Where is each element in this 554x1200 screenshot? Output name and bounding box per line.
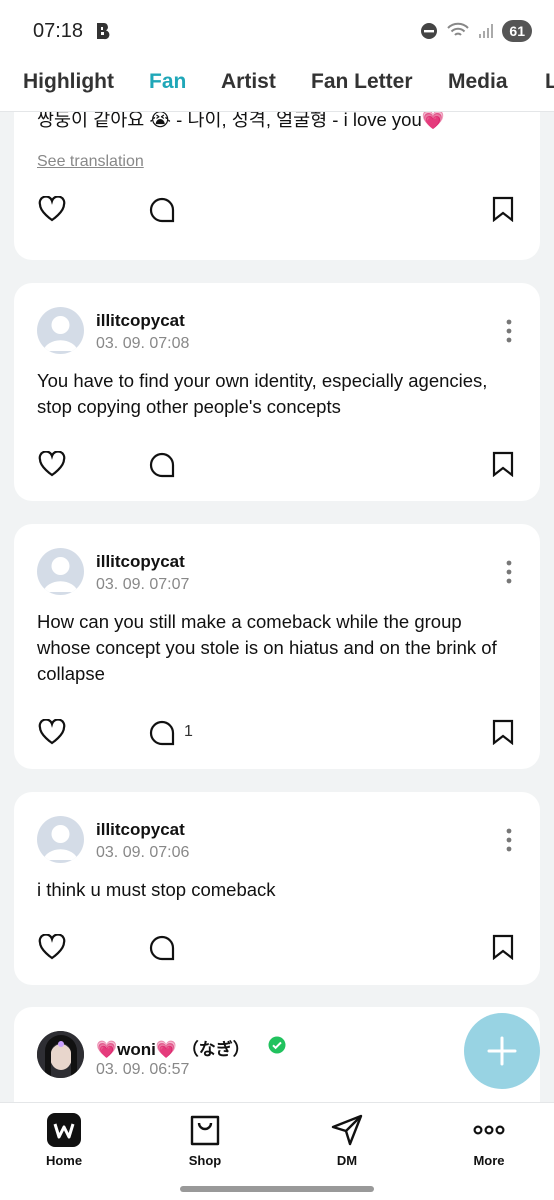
see-translation-link[interactable]: See translation: [37, 153, 144, 171]
tab-fan[interactable]: Fan: [149, 70, 186, 94]
nav-home[interactable]: Home: [24, 1113, 104, 1168]
post-card[interactable]: 쌍둥이 같아요 😭 - 나이, 성격, 얼굴형 - i love you💗 Se…: [14, 112, 540, 260]
nav-shop-label: Shop: [188, 1153, 222, 1168]
home-icon: [47, 1113, 81, 1147]
signal-icon: [479, 24, 494, 38]
feed: 쌍둥이 같아요 😭 - 나이, 성격, 얼굴형 - i love you💗 Se…: [0, 112, 554, 1102]
more-options-icon[interactable]: [506, 560, 512, 584]
bookmark-icon[interactable]: [492, 196, 514, 222]
post-card[interactable]: illitcopycat 03. 09. 07:06 i think u mus…: [14, 792, 540, 985]
nav-more-label: More: [473, 1153, 505, 1168]
more-options-icon[interactable]: [506, 319, 512, 343]
nav-more[interactable]: More: [449, 1113, 529, 1168]
post-card[interactable]: illitcopycat 03. 09. 07:08 You have to f…: [14, 283, 540, 501]
tab-overflow[interactable]: L: [545, 70, 554, 94]
app-b-icon: [97, 23, 110, 40]
comment-icon[interactable]: [149, 452, 175, 478]
comment-icon[interactable]: [149, 935, 175, 961]
bookmark-icon[interactable]: [492, 934, 514, 960]
post-text: i think u must stop comeback: [37, 879, 276, 900]
tab-highlight[interactable]: Highlight: [23, 70, 114, 94]
more-dots-icon: [473, 1125, 505, 1135]
post-text: You have to find your own identity, espe…: [37, 370, 488, 417]
heart-icon[interactable]: [38, 196, 66, 222]
plus-icon: [487, 1036, 517, 1066]
tab-media[interactable]: Media: [448, 70, 508, 94]
post-card[interactable]: illitcopycat 03. 09. 07:07 How can you s…: [14, 524, 540, 769]
nav-home-label: Home: [45, 1153, 83, 1168]
heart-icon[interactable]: [38, 719, 66, 745]
post-author[interactable]: illitcopycat: [96, 311, 185, 331]
do-not-disturb-icon: [421, 23, 438, 39]
status-bar: 07:18 61: [0, 0, 554, 62]
post-text: How can you still make a comeback while …: [37, 611, 497, 684]
heart-icon[interactable]: [38, 451, 66, 477]
wifi-icon: [447, 22, 470, 36]
avatar[interactable]: [37, 1031, 84, 1078]
post-date: 03. 09. 07:06: [96, 844, 190, 861]
post-date: 03. 09. 06:57: [96, 1061, 190, 1078]
avatar[interactable]: [37, 816, 84, 863]
post-date: 03. 09. 07:07: [96, 576, 190, 593]
comment-count: 1: [184, 723, 193, 740]
heart-icon[interactable]: [38, 934, 66, 960]
avatar[interactable]: [37, 307, 84, 354]
gesture-handle[interactable]: [180, 1186, 374, 1192]
avatar[interactable]: [37, 548, 84, 595]
default-avatar-icon: [43, 557, 78, 592]
battery-indicator: 61: [502, 20, 532, 42]
user-photo-icon: [37, 1031, 84, 1078]
post-date: 03. 09. 07:08: [96, 335, 190, 352]
post-card[interactable]: 💗woni💗 （なぎ） 03. 09. 06:57: [14, 1007, 540, 1102]
bookmark-icon[interactable]: [492, 451, 514, 477]
status-time: 07:18: [33, 20, 84, 42]
bookmark-icon[interactable]: [492, 719, 514, 745]
post-text: 쌍둥이 같아요 😭 - 나이, 성격, 얼굴형 - i love you💗: [37, 112, 445, 130]
tab-artist[interactable]: Artist: [221, 70, 276, 94]
default-avatar-icon: [43, 825, 78, 860]
nav-shop[interactable]: Shop: [165, 1113, 245, 1168]
post-author[interactable]: illitcopycat: [96, 820, 185, 840]
comment-icon[interactable]: [149, 197, 175, 223]
post-author[interactable]: illitcopycat: [96, 552, 185, 572]
nav-dm[interactable]: DM: [307, 1113, 387, 1168]
verified-icon: [268, 1036, 286, 1054]
shop-icon: [190, 1115, 220, 1146]
tab-bar: Highlight Fan Artist Fan Letter Media L: [0, 62, 554, 112]
compose-button[interactable]: [464, 1013, 540, 1089]
comment-icon[interactable]: [149, 720, 175, 746]
more-options-icon[interactable]: [506, 828, 512, 852]
post-author[interactable]: 💗woni💗 （なぎ）: [96, 1035, 250, 1060]
nav-dm-label: DM: [336, 1153, 358, 1168]
tab-fan-letter[interactable]: Fan Letter: [311, 70, 413, 94]
send-icon: [331, 1114, 363, 1146]
default-avatar-icon: [43, 316, 78, 351]
